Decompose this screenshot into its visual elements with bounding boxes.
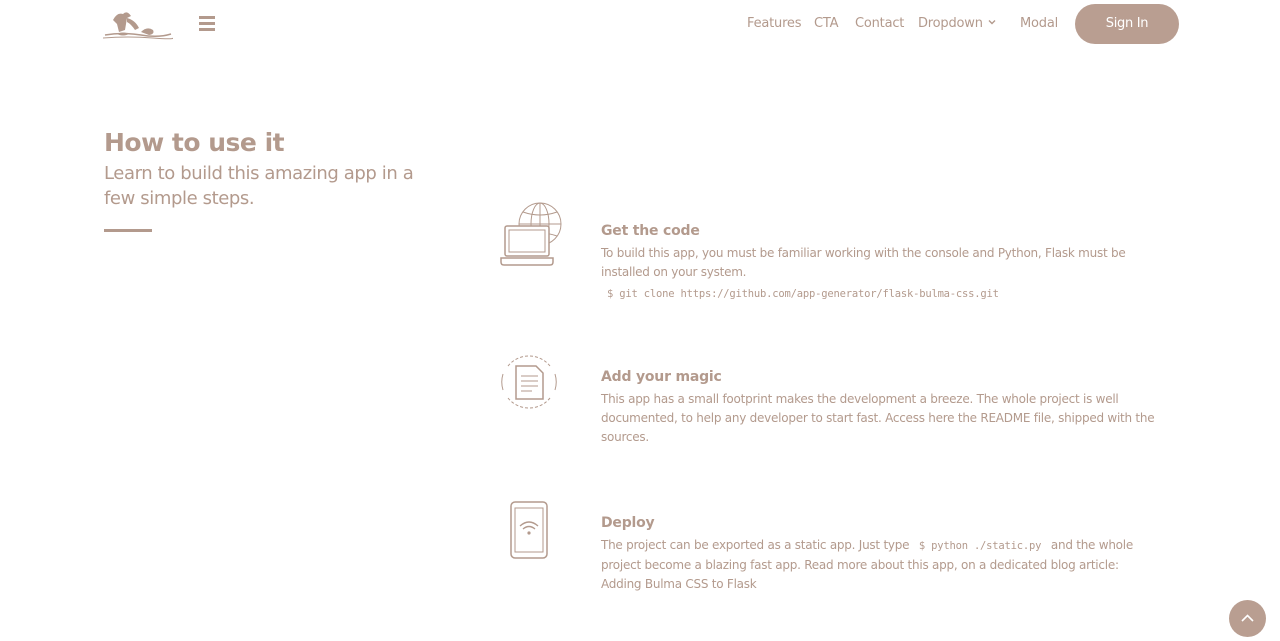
step-description: The project can be exported as a static …	[601, 536, 1171, 594]
nav-dropdown[interactable]: Dropdown	[918, 16, 983, 31]
code-snippet: $ git clone https://github.com/app-gener…	[601, 282, 1005, 301]
nav-cta[interactable]: CTA	[814, 16, 839, 31]
nav-features[interactable]: Features	[747, 16, 802, 31]
nav-contact[interactable]: Contact	[855, 16, 904, 31]
git-clone-command: $ git clone https://github.com/app-gener…	[607, 288, 999, 300]
menu-burger-icon[interactable]	[199, 16, 215, 31]
step-text-before: The project can be exported as a static …	[601, 538, 910, 552]
scroll-to-top-button[interactable]	[1229, 600, 1266, 637]
step-description: This app has a small footprint makes the…	[601, 392, 1155, 444]
blog-article-link[interactable]: Adding Bulma CSS to Flask	[601, 577, 757, 591]
step-description: To build this app, you must be familiar …	[601, 246, 1126, 279]
section-title: How to use it	[104, 128, 285, 157]
step-title: Deploy	[601, 515, 655, 531]
document-cycle-icon	[501, 355, 557, 409]
chevron-down-icon[interactable]	[988, 18, 996, 26]
logo[interactable]	[103, 8, 173, 40]
laptop-globe-icon	[500, 202, 562, 266]
step-title: Get the code	[601, 223, 700, 239]
chevron-up-icon	[1241, 614, 1254, 622]
navbar: Features CTA Contact Dropdown Modal Sign…	[0, 0, 1280, 48]
nav-modal[interactable]: Modal	[1020, 16, 1058, 31]
step-title: Add your magic	[601, 369, 722, 385]
mobile-wifi-icon	[510, 501, 548, 559]
static-command: $ python ./static.py	[918, 540, 1042, 552]
sign-in-button[interactable]: Sign In	[1075, 4, 1179, 44]
title-divider	[104, 229, 152, 232]
section-subtitle: Learn to build this amazing app in a few…	[104, 163, 414, 209]
